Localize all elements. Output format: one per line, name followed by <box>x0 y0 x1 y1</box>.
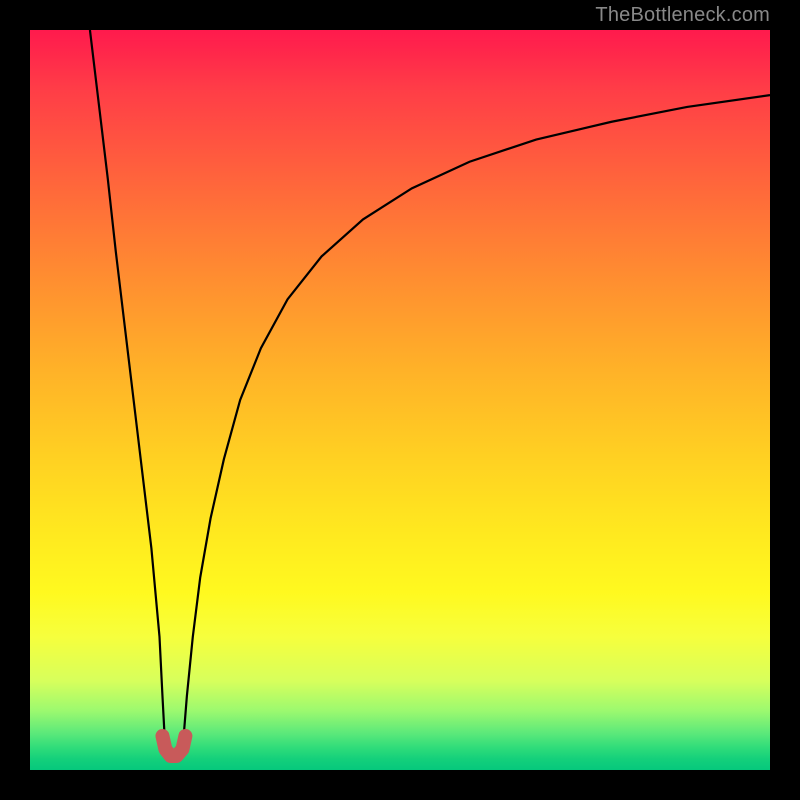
right-branch-curve <box>182 95 770 751</box>
minimum-marker <box>162 736 185 756</box>
chart-frame: TheBottleneck.com <box>0 0 800 800</box>
curves-svg <box>30 30 770 770</box>
left-branch-curve <box>90 30 165 752</box>
watermark-text: TheBottleneck.com <box>595 4 770 27</box>
plot-area <box>30 30 770 770</box>
